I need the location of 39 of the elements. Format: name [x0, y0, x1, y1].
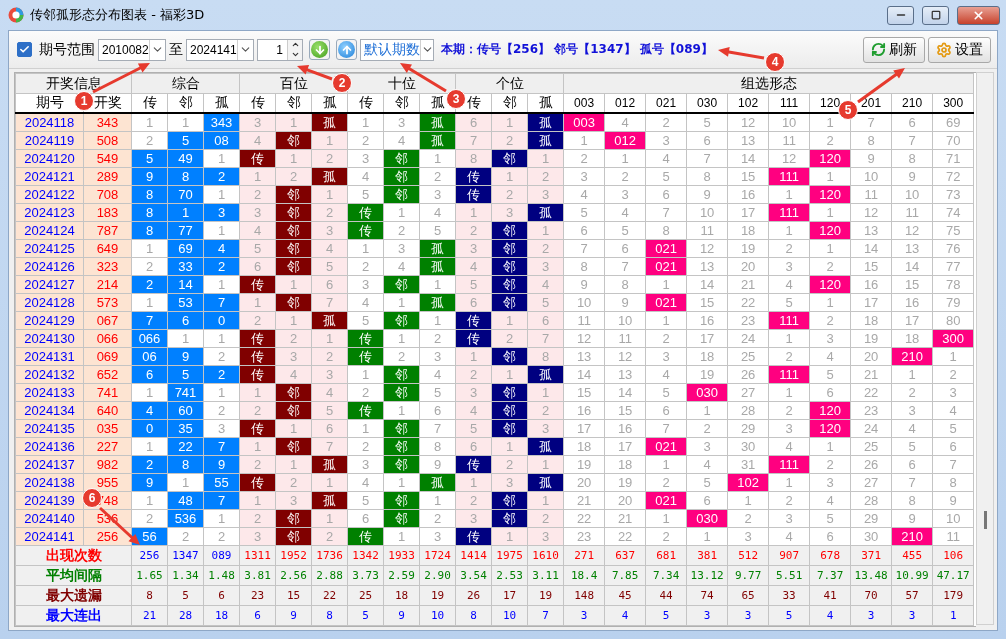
scrollbar-thumb[interactable]: [983, 511, 987, 529]
refresh-icon: [871, 42, 886, 57]
from-dropdown[interactable]: 2010082: [98, 38, 166, 61]
window-title: 传邻孤形态分布图表 - 福彩3D: [30, 6, 206, 24]
count-field[interactable]: 1: [257, 38, 303, 61]
to-label: 至: [169, 40, 183, 59]
scrollbar[interactable]: [976, 72, 994, 625]
close-button[interactable]: [957, 5, 1000, 25]
down-caret-icon: [290, 50, 300, 59]
down-arrow-icon: [313, 43, 326, 56]
maximize-button[interactable]: [922, 5, 949, 25]
close-icon: [972, 8, 985, 22]
stat-label: 最大连出: [15, 605, 132, 625]
spin-down-button[interactable]: [288, 49, 302, 60]
current-period-text: 本期：传号【256】 邻号【1347】 孤号【089】: [441, 41, 713, 58]
up-caret-icon: [290, 40, 300, 49]
maximize-icon: [930, 10, 941, 20]
stat-label: 平均间隔: [15, 565, 132, 585]
range-label: 期号范围: [39, 40, 95, 59]
check-icon: [19, 44, 30, 55]
stat-label: 最大遗漏: [15, 585, 132, 605]
range-checkbox[interactable]: [17, 42, 32, 57]
callout-arrow: [718, 47, 765, 60]
gear-icon: [936, 41, 952, 58]
spin-up-button[interactable]: [288, 39, 302, 50]
group-header: 个位: [455, 73, 564, 94]
settings-button[interactable]: 设置: [928, 36, 991, 63]
group-header: 综合: [131, 73, 240, 94]
up-arrow-icon: [340, 43, 353, 56]
period-dropdown[interactable]: 默认期数: [360, 38, 434, 61]
down-arrow-button[interactable]: [309, 39, 330, 60]
app-logo-icon: [8, 7, 24, 23]
up-arrow-button[interactable]: [336, 39, 357, 60]
to-dropdown[interactable]: 2024141: [186, 38, 254, 61]
refresh-button[interactable]: 刷新: [863, 36, 925, 63]
minimize-button[interactable]: [887, 5, 914, 25]
group-header: 组选形态: [563, 73, 974, 94]
stat-label: 出现次数: [15, 545, 132, 565]
group-header: 十位: [347, 73, 456, 94]
